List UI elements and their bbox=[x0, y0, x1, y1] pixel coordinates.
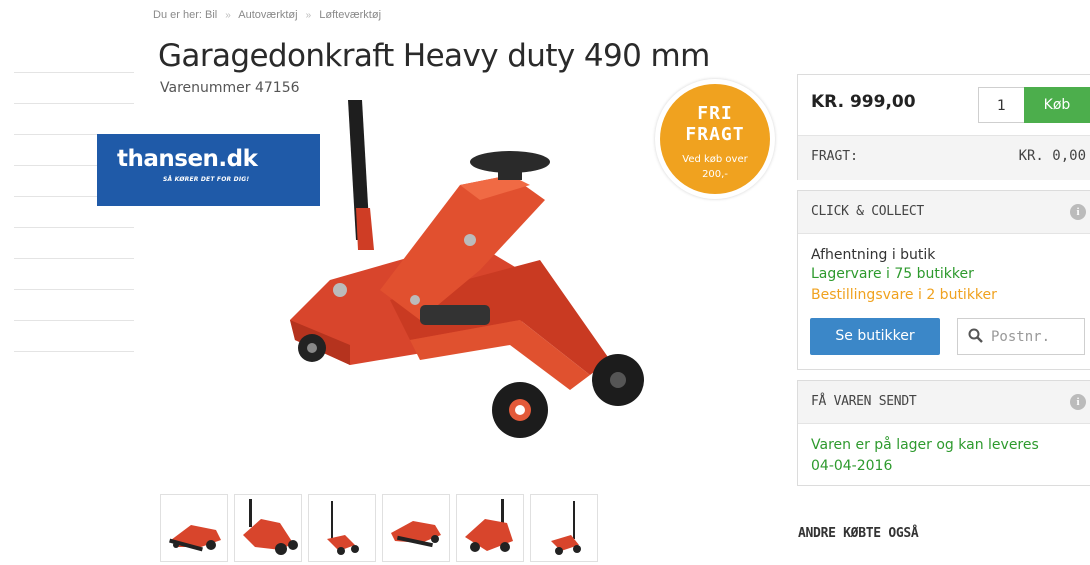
freight-label: FRAGT: bbox=[811, 149, 858, 164]
freight-row: FRAGT: KR. 0,00 bbox=[798, 135, 1090, 180]
jack-thumbnail-icon bbox=[169, 525, 221, 552]
car-jack-image bbox=[290, 100, 644, 438]
nav-divider bbox=[14, 289, 134, 290]
free-shipping-badge: FRI FRAGT Ved køb over 200,- bbox=[655, 79, 775, 199]
product-image[interactable] bbox=[270, 90, 660, 460]
nav-divider bbox=[14, 72, 134, 73]
stock-status: Lagervare i 75 butikker bbox=[811, 266, 974, 282]
logo-tagline: SÅ KØRER DET FOR DIG! bbox=[163, 176, 250, 183]
product-price: KR. 999,00 bbox=[811, 92, 916, 112]
breadcrumb-item-lofteværktoj[interactable]: Løfteværktøj bbox=[319, 9, 381, 21]
jack-thumbnail-icon bbox=[327, 501, 359, 555]
search-icon bbox=[968, 328, 983, 343]
click-collect-title: CLICK & COLLECT bbox=[811, 204, 924, 219]
also-bought-heading: ANDRE KØBTE OGSÅ bbox=[798, 526, 919, 541]
breadcrumb-separator: » bbox=[305, 10, 312, 21]
thumbnail[interactable] bbox=[234, 494, 302, 562]
breadcrumb-item-autovaerktoj[interactable]: Autoværktøj bbox=[238, 9, 297, 21]
logo-text: thansen.dk bbox=[117, 146, 258, 172]
freight-value: KR. 0,00 bbox=[1018, 148, 1086, 164]
thumbnail[interactable] bbox=[308, 494, 376, 562]
jack-thumbnail-icon bbox=[551, 501, 581, 555]
nav-divider bbox=[14, 320, 134, 321]
shipping-title: FÅ VAREN SENDT bbox=[811, 394, 917, 409]
postcode-input[interactable]: Postnr. bbox=[957, 318, 1085, 355]
nav-divider bbox=[14, 227, 134, 228]
page-title: Garagedonkraft Heavy duty 490 mm bbox=[158, 38, 710, 74]
thumbnail[interactable] bbox=[456, 494, 524, 562]
nav-divider bbox=[14, 103, 134, 104]
see-stores-button[interactable]: Se butikker bbox=[810, 318, 940, 355]
jack-thumbnail-icon bbox=[465, 499, 513, 552]
quantity-input[interactable]: 1 bbox=[978, 87, 1024, 123]
price-panel: KR. 999,00 1 Køb FRAGT: KR. 0,00 bbox=[797, 74, 1090, 180]
shipping-panel: FÅ VAREN SENDT i Varen er på lager og ka… bbox=[797, 380, 1090, 486]
info-icon[interactable]: i bbox=[1070, 394, 1086, 410]
thumbnail[interactable] bbox=[160, 494, 228, 562]
breadcrumb-prefix: Du er her: bbox=[153, 9, 202, 21]
left-nav bbox=[14, 72, 134, 362]
click-collect-header: CLICK & COLLECT i bbox=[798, 191, 1090, 234]
jack-thumbnail-icon bbox=[243, 499, 298, 555]
badge-line1: FRI bbox=[697, 103, 733, 124]
thumbnail[interactable] bbox=[530, 494, 598, 562]
postcode-placeholder: Postnr. bbox=[991, 329, 1051, 345]
buy-button[interactable]: Køb bbox=[1024, 87, 1090, 123]
delivery-date: 04-04-2016 bbox=[811, 458, 893, 474]
shipping-header: FÅ VAREN SENDT i bbox=[798, 381, 1090, 424]
jack-thumbnail-icon bbox=[391, 521, 441, 548]
badge-line3: Ved køb over bbox=[682, 154, 748, 165]
click-collect-panel: CLICK & COLLECT i Afhentning i butik Lag… bbox=[797, 190, 1090, 370]
info-icon[interactable]: i bbox=[1070, 204, 1086, 220]
breadcrumb-separator: » bbox=[225, 10, 231, 21]
order-status: Bestillingsvare i 2 butikker bbox=[811, 287, 997, 303]
breadcrumb-item-bil[interactable]: Bil bbox=[205, 9, 217, 21]
delivery-status: Varen er på lager og kan leveres bbox=[811, 437, 1039, 453]
thumbnail[interactable] bbox=[382, 494, 450, 562]
badge-line4: 200,- bbox=[702, 169, 728, 180]
pickup-text: Afhentning i butik bbox=[811, 247, 936, 263]
nav-divider bbox=[14, 351, 134, 352]
breadcrumb: Du er her: Bil » Autoværktøj » Løfteværk… bbox=[153, 9, 381, 21]
badge-circle: FRI FRAGT Ved køb over 200,- bbox=[660, 84, 770, 194]
nav-divider bbox=[14, 258, 134, 259]
badge-line2: FRAGT bbox=[685, 124, 745, 145]
